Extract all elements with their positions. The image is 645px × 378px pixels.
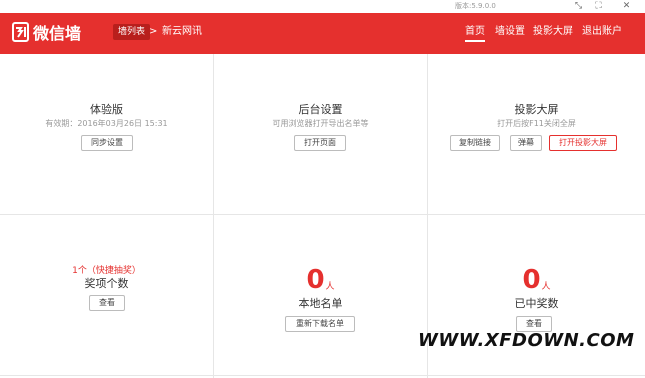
projection-card: 投影大屏 打开后按F11关闭全屏 复制链接 弹幕 打开投影大屏 <box>428 54 645 214</box>
breadcrumb-wall-list[interactable]: 墙列表 <box>113 24 151 40</box>
backend-title: 后台设置 <box>298 103 343 116</box>
prizes-card: 1个（快捷抽奖） 奖项个数 查看 <box>0 215 213 375</box>
copy-link-button[interactable]: 复制链接 <box>450 135 500 151</box>
local-list-card: 0 人 本地名单 重新下载名单 <box>214 215 427 375</box>
window-title-bar: 版本:5.9.0.0 ⤡ ⛶ ✕ <box>0 0 645 13</box>
redownload-list-button[interactable]: 重新下载名单 <box>285 316 355 332</box>
trial-validity: 有效期：2016年03月26日 15:31 <box>45 119 168 128</box>
backend-card: 后台设置 可用浏览器打开导出名单等 打开页面 <box>214 54 427 214</box>
close-icon[interactable]: ✕ <box>621 1 632 11</box>
winners-count: 0 人 <box>428 267 645 293</box>
trial-card: 体验版 有效期：2016年03月26日 15:31 同步设置 <box>0 54 213 214</box>
local-list-number: 0 <box>306 265 325 295</box>
view-prizes-button[interactable]: 查看 <box>89 295 125 311</box>
version-label: 版本:5.9.0.0 <box>455 2 496 10</box>
site-watermark: WWW.XFDOWN.COM <box>418 330 635 351</box>
restore-icon[interactable]: ⤡ <box>573 1 584 11</box>
backend-desc: 可用浏览器打开导出名单等 <box>272 119 369 128</box>
winners-title: 已中奖数 <box>514 297 559 310</box>
projection-desc: 打开后按F11关闭全屏 <box>497 119 576 128</box>
logo-mark-icon <box>12 22 29 42</box>
projection-title: 投影大屏 <box>514 103 559 116</box>
local-list-count: 0 人 <box>214 267 427 293</box>
grid-divider <box>0 375 645 376</box>
app-header: 微信墙 墙列表 > 新云网讯 首页 墙设置 投影大屏 退出账户 <box>0 13 645 54</box>
nav-logout[interactable]: 退出账户 <box>582 24 622 40</box>
breadcrumb-current: 新云网讯 <box>162 26 202 37</box>
local-list-title: 本地名单 <box>298 297 343 310</box>
breadcrumb-separator: > <box>149 26 158 37</box>
sync-settings-button[interactable]: 同步设置 <box>81 135 133 151</box>
open-projection-button[interactable]: 打开投影大屏 <box>549 135 617 151</box>
logo-text: 微信墙 <box>33 24 82 43</box>
trial-title: 体验版 <box>90 103 123 116</box>
winners-number: 0 <box>522 265 541 295</box>
nav-projection-screen[interactable]: 投影大屏 <box>533 24 573 40</box>
logo: 微信墙 <box>12 20 81 44</box>
winners-unit: 人 <box>541 282 551 292</box>
nav-wall-settings[interactable]: 墙设置 <box>495 24 525 40</box>
local-list-unit: 人 <box>325 282 335 292</box>
danmaku-button[interactable]: 弹幕 <box>510 135 542 151</box>
nav-home[interactable]: 首页 <box>465 24 485 42</box>
prizes-title: 奖项个数 <box>84 277 129 290</box>
fullscreen-icon[interactable]: ⛶ <box>593 1 604 11</box>
open-page-button[interactable]: 打开页面 <box>294 135 346 151</box>
winners-card: 0 人 已中奖数 查看 <box>428 215 645 375</box>
